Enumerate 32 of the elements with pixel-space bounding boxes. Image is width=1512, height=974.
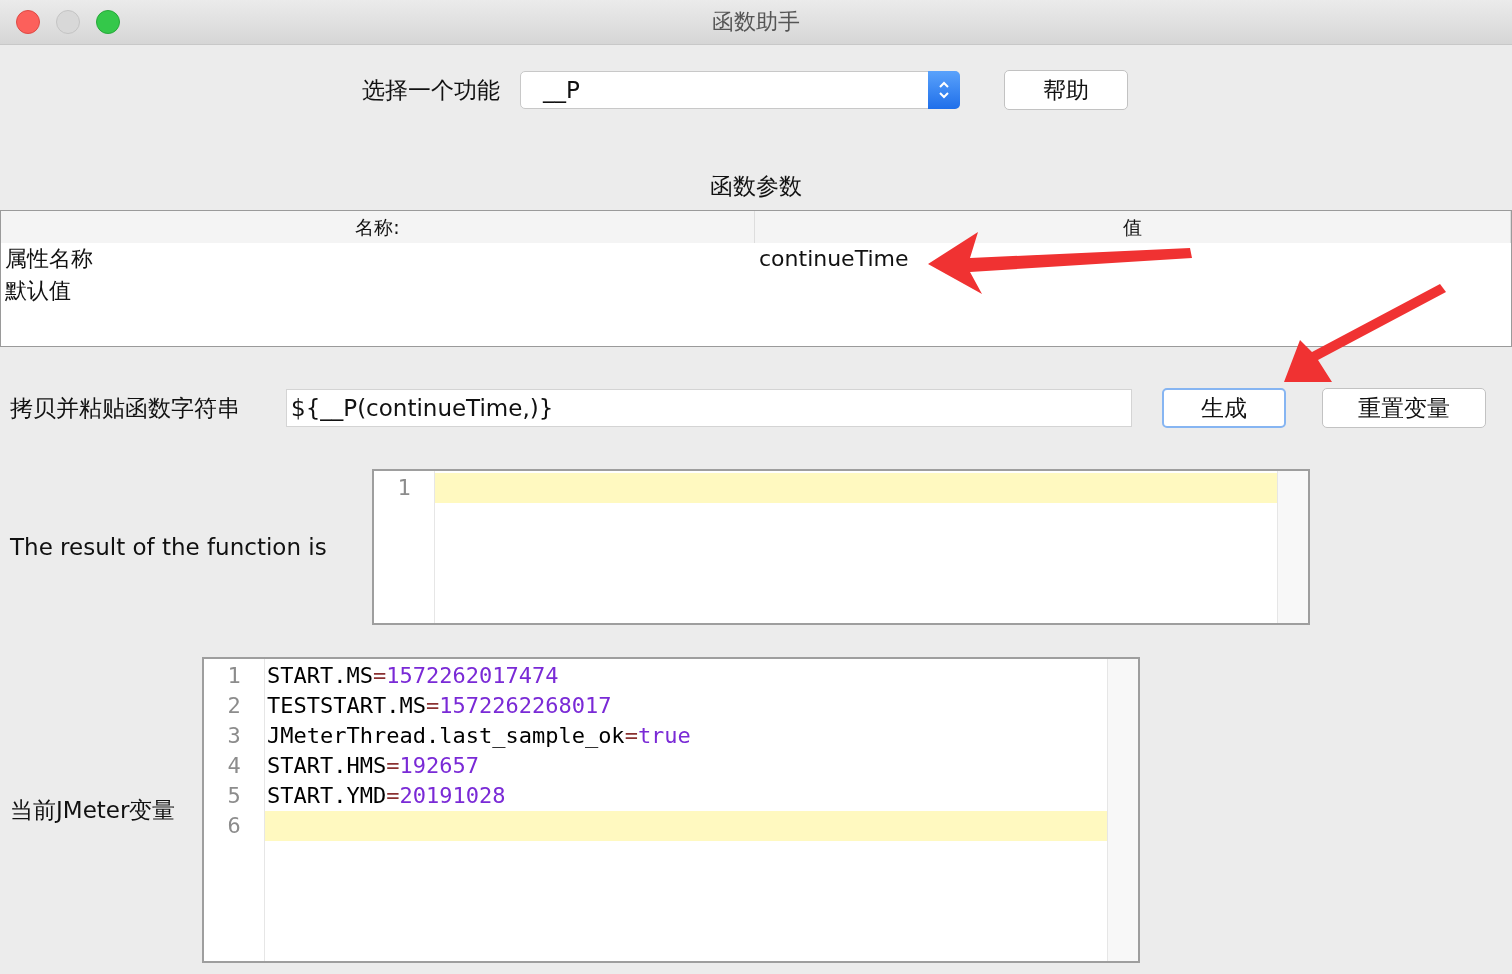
table-cell: 属性名称 (5, 246, 93, 271)
code-line: START.HMS=192657 (266, 752, 480, 780)
code-line: START.YMD=20191028 (266, 782, 507, 810)
line-number: 1 (396, 474, 412, 502)
result-label: The result of the function is (10, 534, 328, 560)
zoom-icon[interactable] (96, 10, 120, 34)
help-button[interactable]: 帮助 (1004, 70, 1128, 110)
line-number: 1 (226, 662, 242, 690)
line-number: 5 (226, 782, 242, 810)
variables-editor[interactable]: 1 2 3 4 5 6 START.MS=1572262017474 TESTSTART.MS=1572262268017 JMeterThread.last_sample_ok=true START.HMS=192657 START.YMD=20191028 (202, 657, 1140, 963)
close-icon[interactable] (16, 10, 40, 34)
table-cell: 默认值 (5, 278, 71, 303)
function-dropdown[interactable]: __P (520, 71, 960, 109)
code-line: TESTSTART.MS=1572262268017 (266, 692, 613, 720)
function-label: 选择一个功能 (362, 75, 500, 105)
function-string-label: 拷贝并粘贴函数字符串 (10, 393, 241, 423)
minimize-icon[interactable] (56, 10, 80, 34)
function-string-field[interactable]: ${__P(continueTime,)} (286, 389, 1132, 427)
line-number: 3 (226, 722, 242, 750)
variables-label: 当前JMeter变量 (10, 795, 177, 825)
code-line: START.MS=1572262017474 (266, 662, 560, 690)
line-number: 6 (226, 812, 242, 840)
window-title: 函数助手 (712, 8, 800, 36)
line-number: 4 (226, 752, 242, 780)
reset-variables-button[interactable]: 重置变量 (1322, 388, 1486, 428)
chevron-updown-icon (928, 71, 960, 109)
line-number: 2 (226, 692, 242, 720)
column-header: 名称: (1, 211, 755, 243)
section-title: 函数参数 (709, 172, 803, 201)
generate-button[interactable]: 生成 (1162, 388, 1286, 428)
code-line: JMeterThread.last_sample_ok=true (266, 722, 692, 750)
table-cell: continueTime (759, 246, 909, 271)
